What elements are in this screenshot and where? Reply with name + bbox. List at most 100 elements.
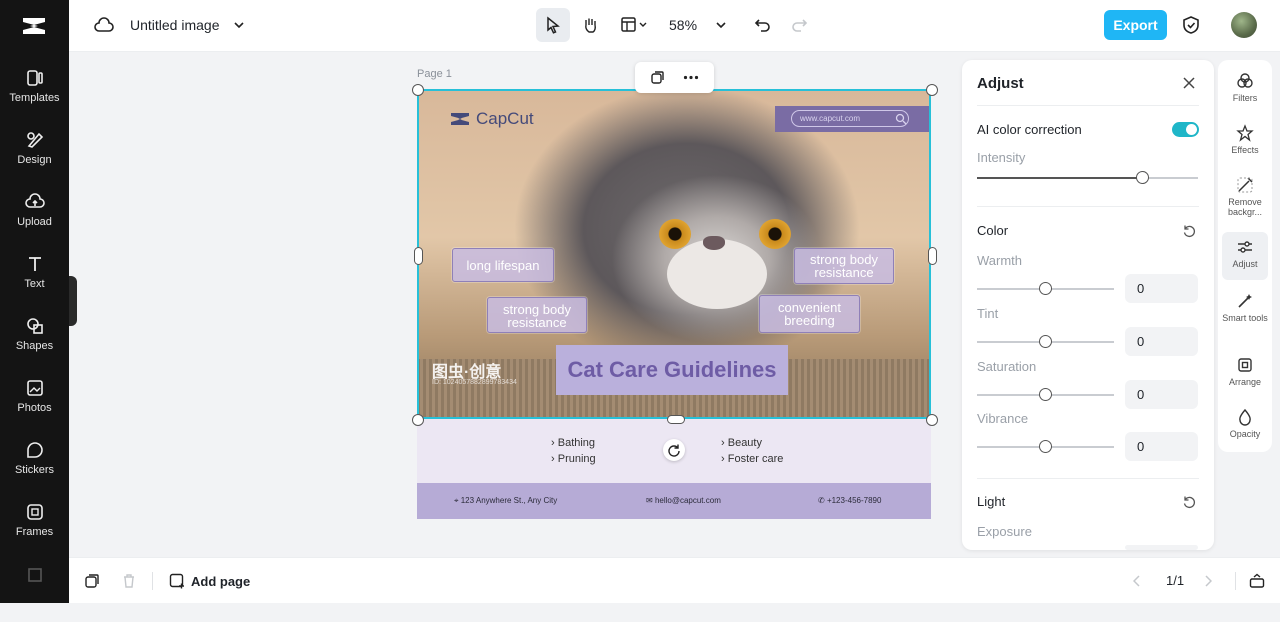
reset-color-icon[interactable] xyxy=(1182,224,1196,238)
hand-icon xyxy=(585,18,596,33)
effects-icon xyxy=(1236,124,1254,142)
saturation-slider-knob[interactable] xyxy=(1039,388,1052,401)
select-tool-button[interactable] xyxy=(536,8,570,42)
more-icon[interactable] xyxy=(683,75,699,80)
cursor-icon xyxy=(547,16,560,34)
layout-icon xyxy=(621,17,647,32)
rotate-icon xyxy=(668,444,680,457)
resize-handle[interactable] xyxy=(926,84,938,96)
capcut-logo[interactable] xyxy=(20,14,48,38)
resize-handle[interactable] xyxy=(928,247,937,265)
adjust-panel: Adjust AI color correction Intensity Col… xyxy=(962,60,1214,550)
rail-stickers[interactable]: Stickers xyxy=(0,440,69,496)
address-text: ⌖ 123 Anywhere St., Any City xyxy=(454,496,558,505)
tint-value[interactable]: 0 xyxy=(1125,327,1198,356)
document-title[interactable]: Untitled image xyxy=(130,17,220,33)
rail-label: Effects xyxy=(1231,145,1259,155)
page-counter: 1/1 xyxy=(1166,573,1185,588)
tint-slider-knob[interactable] xyxy=(1039,335,1052,348)
intensity-label: Intensity xyxy=(977,150,1026,165)
rail-design[interactable]: Design xyxy=(0,130,69,186)
undo-icon[interactable] xyxy=(754,16,772,34)
shield-check-icon[interactable] xyxy=(1182,15,1200,35)
resize-handle[interactable] xyxy=(667,415,685,424)
rail-collapse-handle[interactable] xyxy=(69,276,77,326)
rail-arrange[interactable]: Arrange xyxy=(1222,350,1268,398)
top-bar: Untitled image 58% Export xyxy=(69,0,1280,52)
add-page-icon xyxy=(169,573,184,589)
divider xyxy=(1235,572,1236,590)
chevron-down-icon[interactable] xyxy=(233,20,245,30)
templates-icon xyxy=(26,70,43,86)
rail-label: Arrange xyxy=(1228,377,1262,387)
zoom-chevron-icon[interactable] xyxy=(715,20,727,30)
rail-templates[interactable]: Templates xyxy=(0,68,69,124)
page-label: Page 1 xyxy=(417,68,452,80)
rail-label: Frames xyxy=(15,526,54,538)
rail-upload[interactable]: Upload xyxy=(0,192,69,248)
saturation-label: Saturation xyxy=(977,359,1037,374)
rotate-handle[interactable] xyxy=(663,439,685,461)
shapes-icon xyxy=(26,318,43,334)
rail-label: Shapes xyxy=(15,340,54,352)
vibrance-value[interactable]: 0 xyxy=(1125,432,1198,461)
selection-box[interactable] xyxy=(412,84,938,426)
reset-light-icon[interactable] xyxy=(1182,495,1196,509)
intensity-fill xyxy=(977,177,1143,179)
divider xyxy=(977,206,1199,207)
resize-handle[interactable] xyxy=(926,414,938,426)
element-toolbar xyxy=(635,62,714,93)
arrange-icon xyxy=(1238,358,1252,372)
next-page-icon[interactable] xyxy=(1204,575,1212,587)
zoom-level[interactable]: 58% xyxy=(669,17,697,33)
photos-icon xyxy=(26,380,43,396)
exposure-value[interactable] xyxy=(1125,545,1198,550)
add-page-button[interactable]: Add page xyxy=(169,572,250,590)
close-icon[interactable] xyxy=(1183,77,1195,89)
ai-color-correction-toggle[interactable] xyxy=(1172,122,1199,137)
text-icon xyxy=(28,257,41,271)
resize-handle[interactable] xyxy=(414,247,423,265)
rail-opacity[interactable]: Opacity xyxy=(1222,402,1268,450)
resize-handle[interactable] xyxy=(412,84,424,96)
export-button[interactable]: Export xyxy=(1104,10,1167,40)
cloud-icon[interactable] xyxy=(94,16,114,34)
email-text: ✉ hello@capcut.com xyxy=(646,496,721,505)
divider xyxy=(977,478,1199,479)
avatar[interactable] xyxy=(1231,12,1257,38)
contact-footer[interactable]: ⌖ 123 Anywhere St., Any City ✉ hello@cap… xyxy=(417,483,931,519)
list-item: › Foster care xyxy=(721,453,784,465)
resize-handle[interactable] xyxy=(412,414,424,426)
warmth-value[interactable]: 0 xyxy=(1125,274,1198,303)
grid-icon xyxy=(27,568,42,582)
layout-tool-button[interactable] xyxy=(612,8,658,42)
rail-adjust[interactable]: Adjust xyxy=(1222,232,1268,280)
intensity-slider-knob[interactable] xyxy=(1136,171,1149,184)
duplicate-page-icon[interactable] xyxy=(84,573,100,589)
rail-label: Photos xyxy=(17,402,52,414)
saturation-value[interactable]: 0 xyxy=(1125,380,1198,409)
prev-page-icon[interactable] xyxy=(1133,575,1141,587)
rail-label: Opacity xyxy=(1229,429,1261,439)
rail-smart-tools[interactable]: Smart tools xyxy=(1222,286,1268,340)
vibrance-slider-knob[interactable] xyxy=(1039,440,1052,453)
warmth-slider-knob[interactable] xyxy=(1039,282,1052,295)
panel-title: Adjust xyxy=(977,75,1024,92)
redo-icon[interactable] xyxy=(790,16,808,34)
rail-label: Filters xyxy=(1232,93,1258,103)
rail-effects[interactable]: Effects xyxy=(1222,118,1268,166)
rail-shapes[interactable]: Shapes xyxy=(0,316,69,372)
frames-icon xyxy=(26,504,43,520)
rail-filters[interactable]: Filters xyxy=(1222,66,1268,114)
pages-panel-icon[interactable] xyxy=(1249,573,1265,589)
rail-photos[interactable]: Photos xyxy=(0,378,69,434)
duplicate-icon[interactable] xyxy=(650,70,665,85)
hand-tool-button[interactable] xyxy=(573,8,607,42)
rail-text[interactable]: Text xyxy=(0,254,69,310)
rail-remove-background[interactable]: Remove backgr... xyxy=(1222,170,1268,226)
rail-label: Adjust xyxy=(1232,259,1258,269)
phone-text: ✆ +123-456-7890 xyxy=(818,496,882,505)
rail-frames[interactable]: Frames xyxy=(0,502,69,558)
delete-icon[interactable] xyxy=(122,573,136,589)
rail-more[interactable] xyxy=(0,566,69,622)
